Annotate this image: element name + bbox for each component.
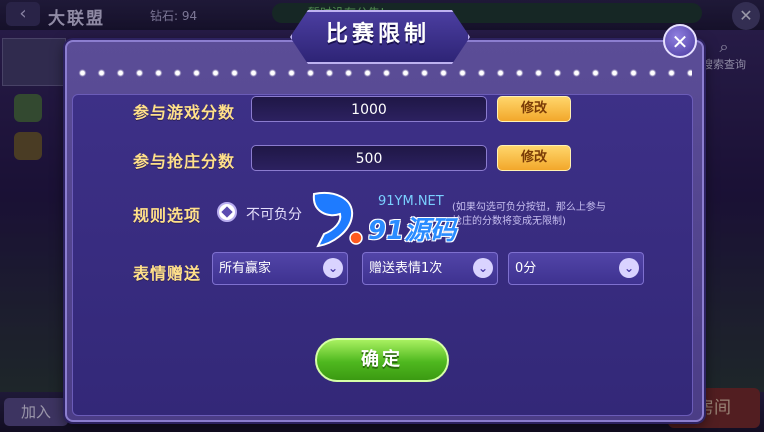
banker-score-field[interactable]: 500 bbox=[251, 145, 487, 171]
confirm-button[interactable]: 确定 bbox=[315, 338, 449, 382]
game-score-field[interactable]: 1000 bbox=[251, 96, 487, 122]
game-score-label: 参与游戏分数 bbox=[133, 103, 236, 122]
emote-label: 表情赠送 bbox=[133, 264, 202, 283]
select-value: 0分 bbox=[515, 261, 537, 276]
rule-option-label: 不可负分 bbox=[246, 207, 302, 223]
banker-score-label: 参与抢庄分数 bbox=[133, 152, 236, 171]
watermark-url: 91YM.NET bbox=[378, 194, 444, 209]
close-button[interactable]: ✕ bbox=[663, 24, 697, 58]
emote-count-select[interactable]: 赠送表情1次 ⌄ bbox=[362, 252, 498, 285]
edit-banker-score-button[interactable]: 修改 bbox=[497, 145, 571, 171]
rule-note: (如果勾选可负分按钮，那么上参与抢庄的分数将变成无限制) bbox=[452, 202, 606, 227]
no-negative-radio[interactable] bbox=[217, 202, 237, 222]
spade-icon bbox=[221, 206, 233, 218]
watermark-name: 91源码 bbox=[368, 216, 457, 246]
chevron-down-icon: ⌄ bbox=[473, 258, 493, 278]
emote-score-select[interactable]: 0分 ⌄ bbox=[508, 252, 644, 285]
chevron-down-icon: ⌄ bbox=[323, 258, 343, 278]
dialog-title: 比赛限制 bbox=[325, 22, 430, 47]
marquee-lights bbox=[73, 68, 692, 78]
edit-game-score-button[interactable]: 修改 bbox=[497, 96, 571, 122]
select-value: 赠送表情1次 bbox=[369, 261, 443, 276]
watermark-logo bbox=[312, 192, 363, 248]
emote-target-select[interactable]: 所有赢家 ⌄ bbox=[212, 252, 348, 285]
chevron-down-icon: ⌄ bbox=[619, 258, 639, 278]
rules-label: 规则选项 bbox=[133, 206, 202, 225]
select-value: 所有赢家 bbox=[219, 261, 272, 276]
